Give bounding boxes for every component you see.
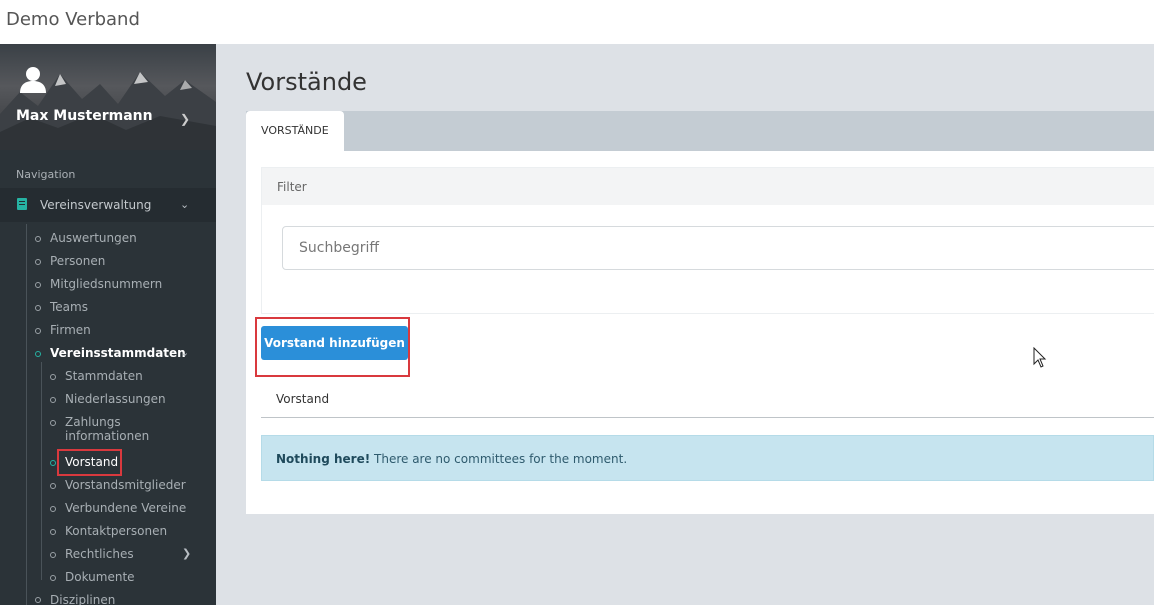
bullet-icon xyxy=(35,328,41,334)
bullet-icon xyxy=(50,483,56,489)
alert-text: There are no committees for the moment. xyxy=(370,452,628,466)
top-bar: Demo Verband xyxy=(0,0,1154,44)
bullet-icon xyxy=(50,506,56,512)
mouse-cursor-icon xyxy=(1033,347,1047,368)
sidebar-item-rechtliches[interactable]: Rechtliches xyxy=(65,547,134,561)
column-header-vorstand[interactable]: Vorstand xyxy=(276,392,329,406)
tree-line xyxy=(26,224,27,605)
sidebar-item-verbundene-vereine[interactable]: Verbundene Vereine xyxy=(65,501,186,515)
bullet-icon xyxy=(35,282,41,288)
empty-alert: Nothing here! There are no committees fo… xyxy=(261,435,1154,481)
bullet-icon xyxy=(35,305,41,311)
chevron-down-icon: ⌄ xyxy=(180,198,190,211)
sidebar-item-stammdaten[interactable]: Stammdaten xyxy=(65,369,143,383)
bullet-icon xyxy=(50,529,56,535)
sidebar-item-niederlassungen[interactable]: Niederlassungen xyxy=(65,392,166,406)
bullet-icon xyxy=(35,236,41,242)
sidebar-item-auswertungen[interactable]: Auswertungen xyxy=(50,231,137,245)
bullet-icon xyxy=(50,575,56,581)
sidebar-item-teams[interactable]: Teams xyxy=(50,300,88,314)
user-panel[interactable]: Max Mustermann ❯ xyxy=(0,44,216,150)
sidebar-item-dokumente[interactable]: Dokumente xyxy=(65,570,135,584)
chevron-right-icon[interactable]: ❯ xyxy=(180,112,190,126)
highlight-box xyxy=(255,317,410,377)
bullet-icon xyxy=(50,420,56,426)
sidebar-item-disziplinen[interactable]: Disziplinen xyxy=(50,593,115,605)
bullet-icon xyxy=(50,460,56,466)
search-input[interactable] xyxy=(282,226,1154,270)
main-content: Vorstände VORSTÄNDE Filter Vorstand hinz… xyxy=(216,44,1154,605)
sidebar-item-vorstandsmitglieder[interactable]: Vorstandsmitglieder xyxy=(65,478,186,492)
user-name: Max Mustermann xyxy=(16,108,153,124)
chevron-right-icon[interactable]: ❯ xyxy=(182,547,191,560)
bullet-icon xyxy=(35,259,41,265)
sidebar-section-vereinsverwaltung[interactable]: Vereinsverwaltung ⌄ xyxy=(0,188,216,222)
tab-vorstaende[interactable]: VORSTÄNDE xyxy=(246,111,344,151)
sidebar-item-personen[interactable]: Personen xyxy=(50,254,105,268)
filter-label: Filter xyxy=(277,180,307,194)
bullet-icon xyxy=(50,552,56,558)
bullet-icon xyxy=(50,397,56,403)
mountain-background xyxy=(0,72,216,150)
divider xyxy=(261,417,1154,418)
bullet-icon xyxy=(35,597,41,603)
user-icon xyxy=(20,67,46,93)
filter-panel: Filter xyxy=(261,167,1154,314)
highlight-box xyxy=(57,449,122,476)
alert-message: Nothing here! There are no committees fo… xyxy=(276,452,627,466)
page-title: Vorstände xyxy=(246,68,367,96)
sidebar-item-kontaktpersonen[interactable]: Kontaktpersonen xyxy=(65,524,167,538)
tab-bar: VORSTÄNDE xyxy=(246,111,1154,151)
sidebar-item-vereinsstammdaten[interactable]: Vereinsstammdaten xyxy=(50,346,186,360)
app-title: Demo Verband xyxy=(6,9,140,30)
bullet-icon xyxy=(50,374,56,380)
sidebar-item-zahlungsinformationen[interactable]: Zahlungs informationen xyxy=(65,415,149,443)
content-card: VORSTÄNDE Filter Vorstand hinzufügen Vor… xyxy=(246,111,1154,514)
bullet-icon xyxy=(35,351,41,357)
chevron-down-icon[interactable]: ⌄ xyxy=(180,346,189,359)
sidebar-item-mitgliedsnummern[interactable]: Mitgliedsnummern xyxy=(50,277,162,291)
tree-line-nested xyxy=(41,362,42,580)
book-icon xyxy=(17,198,27,210)
filter-header[interactable]: Filter xyxy=(262,168,1154,205)
sidebar-item-label: informationen xyxy=(65,429,150,443)
nav-heading: Navigation xyxy=(16,168,76,181)
sidebar-item-label: Zahlungs xyxy=(65,415,121,429)
alert-strong: Nothing here! xyxy=(276,452,371,466)
sidebar-section-label: Vereinsverwaltung xyxy=(40,198,152,212)
tab-label: VORSTÄNDE xyxy=(261,124,329,137)
sidebar: Max Mustermann ❯ Navigation Vereinsverwa… xyxy=(0,44,216,605)
sidebar-item-firmen[interactable]: Firmen xyxy=(50,323,91,337)
